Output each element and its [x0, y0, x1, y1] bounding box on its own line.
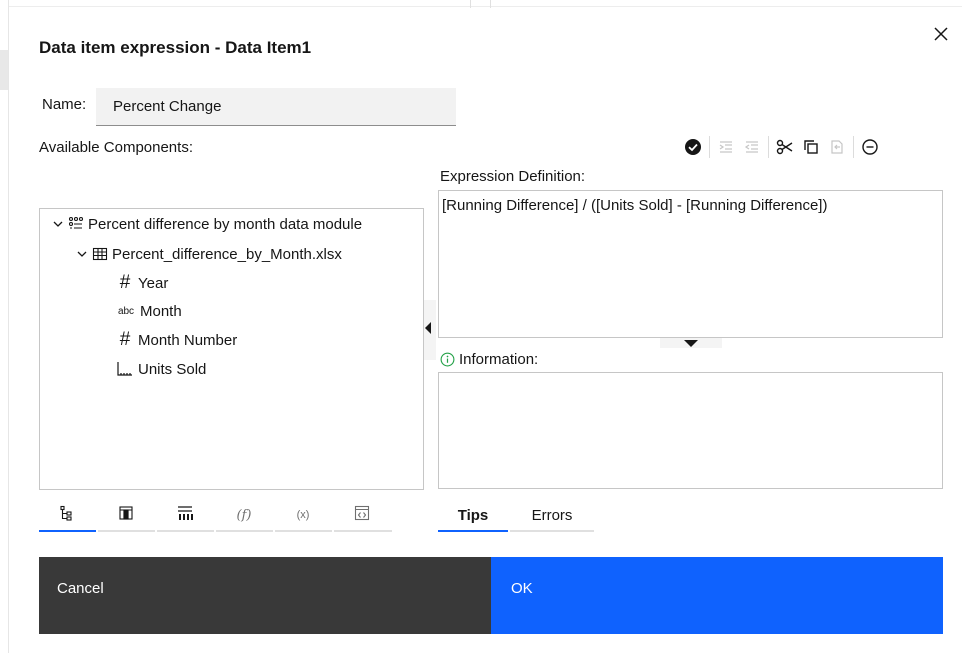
- parameter-icon: (x): [296, 509, 310, 521]
- name-label: Name:: [42, 96, 87, 113]
- close-icon[interactable]: [930, 24, 952, 46]
- information-label: Information:: [459, 351, 539, 368]
- expression-definition-label: Expression Definition:: [440, 168, 586, 185]
- chevron-down-icon[interactable]: [52, 218, 64, 230]
- tree-item-year[interactable]: # Year: [116, 272, 169, 294]
- macro-icon: [354, 505, 370, 526]
- tab-errors[interactable]: Errors: [510, 498, 594, 532]
- collapse-left-icon[interactable]: [425, 322, 431, 334]
- collapse-down-icon[interactable]: [684, 340, 698, 347]
- tab-tips[interactable]: Tips: [438, 498, 508, 532]
- tab-indicator: [216, 530, 273, 532]
- cut-icon[interactable]: [772, 134, 798, 160]
- tree-file-item[interactable]: Percent_difference_by_Month.xlsx: [76, 243, 342, 265]
- tab-indicator-active: [39, 530, 96, 532]
- toolbar-divider: [853, 136, 854, 158]
- info-icon: [440, 352, 455, 367]
- outdent-icon[interactable]: [739, 134, 765, 160]
- tab-data-tree[interactable]: [39, 498, 95, 532]
- available-components-label: Available Components:: [39, 139, 193, 156]
- toolbar-divider: [768, 136, 769, 158]
- cancel-button[interactable]: Cancel: [39, 557, 491, 634]
- paste-icon[interactable]: [824, 134, 850, 160]
- tree-item-label: Year: [138, 274, 169, 292]
- tab-functions[interactable]: (f): [216, 498, 272, 532]
- tab-macros[interactable]: [334, 498, 390, 532]
- tab-table-columns[interactable]: [98, 498, 154, 532]
- background-divider: [8, 6, 962, 7]
- information-header: Information:: [440, 351, 538, 368]
- function-icon: (f): [236, 507, 252, 523]
- remove-icon[interactable]: [857, 134, 883, 160]
- tab-indicator: [157, 530, 214, 532]
- tree-item-month-number[interactable]: # Month Number: [116, 329, 238, 351]
- tree-item-label: Month: [140, 302, 182, 320]
- background-panel-edge: [0, 50, 8, 90]
- validate-check-icon[interactable]: [680, 134, 706, 160]
- tree-item-label: Month Number: [138, 331, 238, 349]
- tab-indicator: [510, 530, 594, 532]
- tab-indicator: [275, 530, 332, 532]
- tree-item-units-sold[interactable]: Units Sold: [116, 358, 206, 380]
- data-module-icon: [68, 216, 84, 232]
- expression-editor[interactable]: [Running Difference] / ([Units Sold] - […: [438, 190, 943, 338]
- dialog-title: Data item expression - Data Item1: [39, 38, 312, 57]
- table-icon: [92, 246, 108, 262]
- tab-indicator: [98, 530, 155, 532]
- toolbar-divider: [709, 136, 710, 158]
- text-abc-icon: abc: [117, 305, 135, 317]
- tree-file-label: Percent_difference_by_Month.xlsx: [112, 245, 342, 263]
- expression-toolbar: [680, 134, 883, 160]
- tree-item-label: Units Sold: [138, 360, 207, 378]
- tab-indicator: [334, 530, 392, 532]
- number-icon: #: [119, 272, 131, 293]
- information-panel: [438, 372, 943, 489]
- number-icon: #: [119, 329, 131, 350]
- tab-indicator-active: [438, 530, 508, 532]
- tab-parameters[interactable]: (x): [275, 498, 331, 532]
- tree-item-month[interactable]: abc Month: [116, 300, 182, 322]
- tree-data-icon: [59, 505, 75, 526]
- tab-chart[interactable]: [157, 498, 213, 532]
- ok-button[interactable]: OK: [491, 557, 943, 634]
- measure-icon: [116, 361, 134, 377]
- name-input[interactable]: [96, 88, 456, 126]
- indent-icon[interactable]: [713, 134, 739, 160]
- tree-root-item[interactable]: Percent difference by month data module: [52, 213, 362, 235]
- chevron-down-icon[interactable]: [76, 248, 88, 260]
- page: Data item expression - Data Item1 Name: …: [0, 0, 962, 653]
- chart-icon: [177, 505, 193, 526]
- copy-icon[interactable]: [798, 134, 824, 160]
- tree-root-label: Percent difference by month data module: [88, 215, 363, 233]
- table-columns-icon: [118, 505, 134, 526]
